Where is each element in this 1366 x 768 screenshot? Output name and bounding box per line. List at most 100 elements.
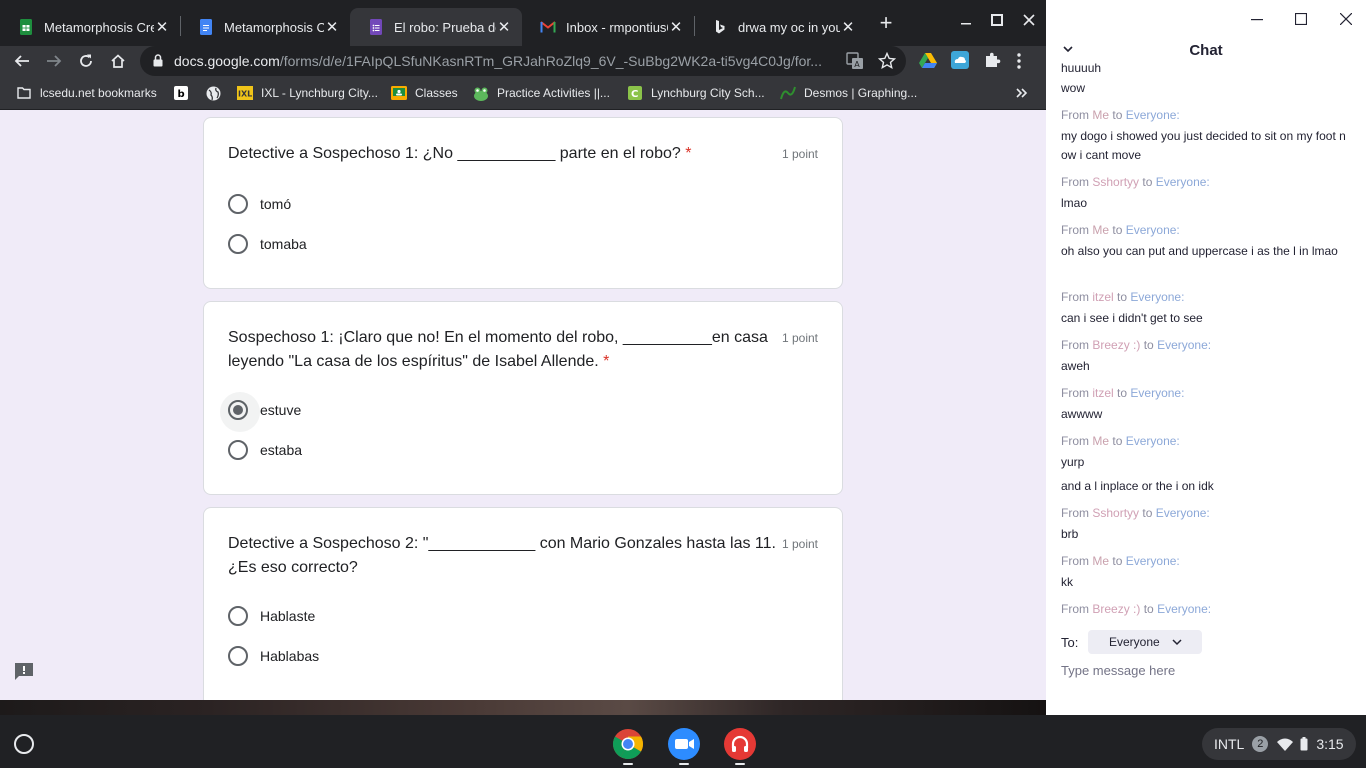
to-word: to — [1112, 434, 1123, 448]
gmail-icon — [540, 19, 556, 35]
bookmark-classes[interactable]: Classes — [391, 84, 458, 102]
launcher-icon[interactable] — [14, 734, 34, 754]
close-icon[interactable]: ✕ — [154, 18, 170, 36]
to-word: to — [1142, 175, 1153, 189]
chat-message-sender: From Sshortyy to Everyone: — [1061, 504, 1351, 523]
to-word: to — [1143, 338, 1154, 352]
radio-button[interactable] — [228, 194, 248, 214]
maximize-icon[interactable] — [987, 10, 1007, 30]
google-sheets-icon — [18, 19, 34, 35]
from-prefix: From — [1061, 223, 1089, 237]
radio-button-selected[interactable] — [220, 392, 260, 432]
notification-count: 2 — [1252, 736, 1269, 752]
url-host: docs.google.com — [174, 53, 280, 69]
maximize-icon[interactable] — [1294, 12, 1308, 30]
zoom-chat-window: Chat huuuuh wow From Me to Everyone: my dog… — [1046, 0, 1366, 715]
url-text: docs.google.com/forms/d/e/1FAIpQLSfuNKas… — [174, 53, 834, 69]
address-bar[interactable]: docs.google.com/forms/d/e/1FAIpQLSfuNKas… — [140, 46, 906, 76]
to-word: to — [1117, 290, 1128, 304]
chat-message-text: kk — [1061, 575, 1073, 589]
minimize-icon[interactable] — [1251, 12, 1263, 30]
option-hablaste[interactable]: Hablaste — [228, 604, 315, 628]
radio-button[interactable] — [228, 606, 248, 626]
tab-el-robo-form[interactable]: El robo: Prueba del ✕ — [350, 8, 522, 46]
more-bookmarks-icon[interactable] — [1016, 84, 1028, 102]
battery-icon — [1300, 737, 1308, 751]
recipient-dropdown[interactable]: Everyone — [1088, 630, 1203, 654]
extensions-puzzle-icon[interactable] — [983, 51, 1001, 74]
chat-message-input[interactable] — [1061, 660, 1351, 680]
chrome-window: Metamorphosis Cre ✕ Metamorphosis Cre ✕ … — [0, 0, 1046, 715]
bookmark-practice-activities[interactable]: Practice Activities ||... — [473, 84, 610, 102]
close-icon[interactable]: ✕ — [840, 18, 856, 36]
to-word: to — [1112, 554, 1123, 568]
cloud-extension-icon[interactable] — [951, 51, 969, 74]
chat-message-text: brb — [1061, 527, 1079, 541]
radio-button[interactable] — [228, 440, 248, 460]
bookmark-lynchburg-schoology[interactable]: C Lynchburg City Sch... — [627, 84, 765, 102]
tab-bing-search[interactable]: drwa my oc in your ✕ — [694, 8, 866, 46]
svg-text:IXL: IXL — [238, 90, 252, 99]
chrome-icon[interactable] — [612, 728, 644, 760]
new-tab-button[interactable]: + — [874, 12, 898, 36]
bookmark-desmos[interactable]: Desmos | Graphing... — [780, 84, 917, 102]
zoom-icon[interactable] — [668, 728, 700, 760]
to-word: to — [1112, 108, 1123, 122]
desktop-wallpaper — [0, 700, 1046, 715]
tab-strip: Metamorphosis Cre ✕ Metamorphosis Cre ✕ … — [0, 0, 1046, 46]
report-feedback-icon[interactable] — [13, 661, 35, 681]
from-prefix: From — [1061, 434, 1089, 448]
chat-recipient-row: To: Everyone — [1061, 630, 1203, 654]
question-text: Detective a Sospechoso 1: ¿No __________… — [228, 145, 681, 162]
bookmark-label: Classes — [415, 86, 458, 100]
google-drive-icon[interactable] — [919, 52, 937, 73]
chat-message-text: lmao — [1061, 196, 1088, 210]
forward-icon[interactable] — [42, 49, 66, 73]
option-tomo[interactable]: tomó — [228, 192, 291, 216]
option-estaba[interactable]: estaba — [228, 438, 302, 462]
bookmark-lcsedu-folder[interactable]: lcsedu.net bookmarks — [16, 84, 157, 102]
radio-focus-halo — [220, 392, 260, 432]
close-icon[interactable]: ✕ — [324, 18, 340, 36]
home-icon[interactable] — [106, 49, 130, 73]
chat-message-text: awwww — [1061, 407, 1103, 421]
tab-gmail-inbox[interactable]: Inbox - rmpontius6 ✕ — [522, 8, 694, 46]
radio-button[interactable] — [228, 234, 248, 254]
chat-message-text: my dogo i showed you just decided to sit… — [1061, 129, 1346, 162]
google-forms-icon — [368, 19, 384, 35]
close-icon[interactable]: ✕ — [668, 18, 684, 36]
globe-icon — [205, 85, 221, 101]
tab-metamorphosis-sheet[interactable]: Metamorphosis Cre ✕ — [0, 8, 180, 46]
recipient-name: Everyone: — [1125, 554, 1180, 568]
wifi-icon — [1277, 738, 1294, 751]
from-prefix: From — [1061, 108, 1089, 122]
option-label: Hablaste — [260, 608, 316, 624]
reload-icon[interactable] — [74, 49, 98, 73]
option-estuve[interactable]: estuve — [220, 392, 301, 432]
option-hablabas[interactable]: Hablabas — [228, 644, 319, 668]
music-app-icon[interactable] — [724, 728, 756, 760]
bookmark-bing[interactable]: b — [173, 84, 197, 102]
star-icon[interactable] — [877, 51, 897, 75]
translate-icon[interactable]: A — [846, 52, 864, 75]
system-tray[interactable]: INTL 2 3:15 — [1202, 728, 1356, 760]
tab-metamorphosis-doc[interactable]: Metamorphosis Cre ✕ — [180, 8, 350, 46]
option-tomaba[interactable]: tomaba — [228, 232, 307, 256]
back-icon[interactable] — [10, 49, 34, 73]
tab-title: Metamorphosis Cre — [44, 19, 154, 35]
close-icon[interactable]: ✕ — [496, 18, 512, 36]
bookmark-ixl[interactable]: IXL IXL - Lynchburg City... — [237, 84, 378, 102]
question-title: Detective a Sospechoso 1: ¿No __________… — [228, 142, 776, 166]
bookmark-globe[interactable] — [205, 84, 229, 102]
chat-message-text: and a l inplace or the i on idk — [1061, 479, 1214, 493]
close-icon[interactable] — [1339, 12, 1353, 30]
to-word: to — [1117, 386, 1128, 400]
question-card-3: Detective a Sospechoso 2: "____________ … — [203, 507, 843, 700]
bookmark-label: lcsedu.net bookmarks — [40, 86, 157, 100]
radio-button[interactable] — [228, 646, 248, 666]
option-label: estaba — [260, 442, 303, 458]
more-menu-icon[interactable] — [1016, 52, 1022, 75]
svg-text:A: A — [854, 60, 860, 69]
minimize-icon[interactable] — [956, 10, 976, 30]
close-window-icon[interactable] — [1019, 10, 1039, 30]
